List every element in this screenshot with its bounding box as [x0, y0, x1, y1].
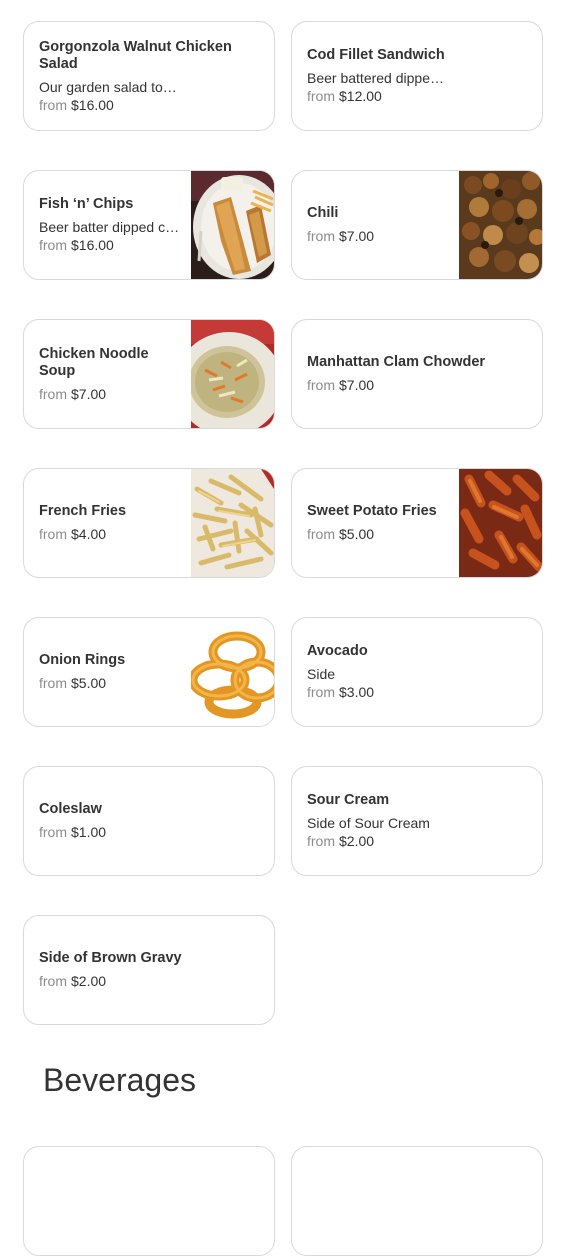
beverage-card[interactable]: [23, 1146, 275, 1256]
item-price: from $7.00: [307, 228, 375, 244]
item-price: from $7.00: [307, 377, 375, 393]
menu-item-sour-cream[interactable]: Sour Cream Side of Sour Cream from $2.00: [291, 766, 543, 876]
item-description: Side of Sour Cream: [307, 815, 430, 831]
french-fries-photo: [191, 469, 274, 577]
menu-item-cod-fillet-sandwich[interactable]: Cod Fillet Sandwich Beer battered dippe……: [291, 21, 543, 131]
item-title: Onion Rings: [39, 652, 126, 668]
item-description: Our garden salad to…: [39, 78, 177, 95]
section-title-beverages: Beverages: [43, 1062, 196, 1098]
item-title: French Fries: [39, 503, 127, 519]
item-price: from $7.00: [39, 385, 107, 402]
item-price: from $2.00: [39, 973, 107, 989]
item-title: Coleslaw: [39, 801, 102, 817]
item-title: Sweet Potato Fries: [307, 503, 437, 519]
item-title: Cod Fillet Sandwich: [307, 47, 445, 63]
item-price: from $12.00: [307, 88, 382, 104]
item-price: from $16.00: [39, 96, 114, 113]
item-title: Side of Brown Gravy: [39, 950, 182, 966]
item-price: from $5.00: [307, 526, 375, 542]
item-price: from $1.00: [39, 824, 107, 840]
item-price: from $5.00: [39, 675, 107, 691]
item-title: Fish ‘n’ Chips: [39, 196, 134, 212]
item-title: Chili: [307, 205, 339, 221]
menu-item-coleslaw[interactable]: Coleslaw from $1.00: [23, 766, 275, 876]
item-title: Avocado: [307, 643, 368, 659]
menu-item-side-of-brown-gravy[interactable]: Side of Brown Gravy from $2.00: [23, 915, 275, 1025]
menu-item-sweet-potato-fries[interactable]: Sweet Potato Fries from $5.00: [291, 468, 543, 578]
menu-item-chicken-noodle-soup[interactable]: Chicken Noodle Soup from $7.00: [23, 319, 275, 429]
sweet-potato-fries-photo: [459, 469, 542, 577]
fish-and-chips-photo: [191, 171, 274, 279]
onion-rings-photo: [191, 618, 274, 726]
item-title: Manhattan Clam Chowder: [307, 354, 486, 370]
item-description: Beer batter dipped c…: [39, 219, 180, 235]
item-description: Beer battered dippe…: [307, 70, 444, 86]
menu-item-avocado[interactable]: Avocado Side from $3.00: [291, 617, 543, 727]
menu-item-onion-rings[interactable]: Onion Rings from $5.00: [23, 617, 275, 727]
menu-item-chili[interactable]: Chili from $7.00: [291, 170, 543, 280]
item-price: from $16.00: [39, 237, 114, 253]
item-title: Gorgonzola Walnut Chicken Salad: [39, 38, 232, 72]
beverage-card[interactable]: [291, 1146, 543, 1256]
item-price: from $3.00: [307, 684, 375, 700]
menu-item-manhattan-clam-chowder[interactable]: Manhattan Clam Chowder from $7.00: [291, 319, 543, 429]
item-price: from $2.00: [307, 833, 375, 849]
chili-photo: [459, 171, 542, 279]
menu-item-fish-n-chips[interactable]: Fish ‘n’ Chips Beer batter dipped c… fro…: [23, 170, 275, 280]
item-title: Sour Cream: [307, 792, 390, 808]
menu-item-french-fries[interactable]: French Fries from $4.00: [23, 468, 275, 578]
item-title: Chicken Noodle Soup: [39, 345, 149, 379]
item-price: from $4.00: [39, 526, 107, 542]
menu-item-gorgonzola-walnut-chicken-salad[interactable]: Gorgonzola Walnut Chicken Salad Our gard…: [23, 21, 275, 131]
chicken-noodle-soup-photo: [191, 320, 274, 428]
item-description: Side: [307, 666, 336, 682]
